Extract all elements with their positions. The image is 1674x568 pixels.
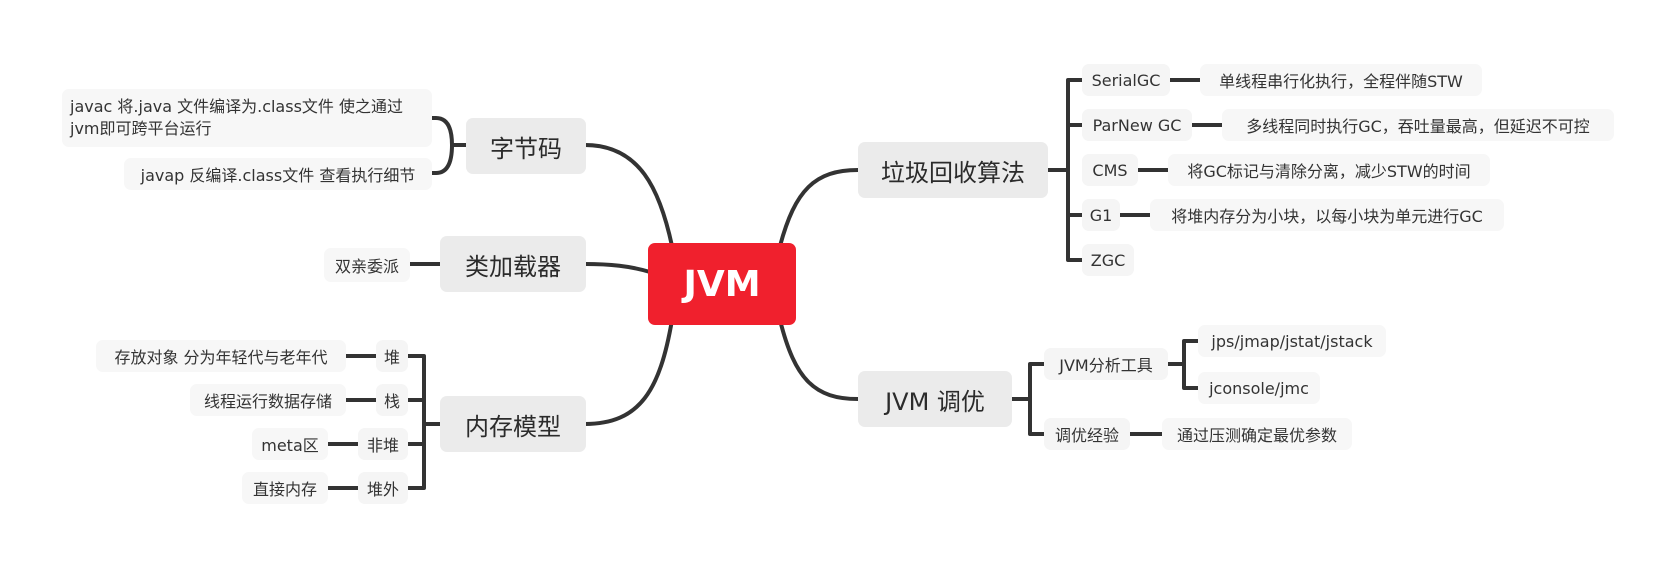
branch-jvm-tuning[interactable]: JVM 调优 — [858, 371, 1012, 427]
gc-zgc[interactable]: ZGC — [1082, 244, 1134, 276]
root-node-jvm[interactable]: JVM — [648, 243, 796, 325]
memory-heap-detail[interactable]: 存放对象 分为年轻代与老年代 — [96, 340, 346, 372]
memory-offheap[interactable]: 堆外 — [358, 472, 408, 504]
leaf-parent-delegation[interactable]: 双亲委派 — [324, 248, 410, 282]
connector-root-classloader — [583, 262, 652, 274]
branch-gc-algorithms[interactable]: 垃圾回收算法 — [858, 142, 1048, 198]
bracket-tuning — [1010, 362, 1046, 436]
leaf-javap[interactable]: javap 反编译.class文件 查看执行细节 — [124, 158, 432, 190]
bracket-memory — [406, 354, 442, 490]
memory-nonheap[interactable]: 非堆 — [358, 428, 408, 460]
branch-bytecode[interactable]: 字节码 — [466, 118, 586, 174]
gc-parnew[interactable]: ParNew GC — [1082, 109, 1192, 141]
leaf-javac[interactable]: javac 将.java 文件编译为.class文件 使之通过jvm即可跨平台运… — [62, 89, 432, 147]
branch-classloader[interactable]: 类加载器 — [440, 236, 586, 292]
memory-stack-detail[interactable]: 线程运行数据存储 — [190, 384, 346, 416]
tool-jps-jmap[interactable]: jps/jmap/jstat/jstack — [1198, 325, 1386, 357]
bracket-tools — [1166, 339, 1200, 390]
tuning-experience-detail[interactable]: 通过压测确定最优参数 — [1162, 418, 1352, 450]
gc-serial-detail[interactable]: 单线程串行化执行，全程伴随STW — [1200, 64, 1482, 96]
bracket-bytecode — [428, 116, 468, 175]
memory-stack[interactable]: 栈 — [376, 384, 408, 416]
connector-root-gc — [778, 168, 860, 248]
tuning-tools[interactable]: JVM分析工具 — [1044, 348, 1168, 380]
gc-serial[interactable]: SerialGC — [1082, 64, 1170, 96]
branch-memory-model[interactable]: 内存模型 — [440, 396, 586, 452]
gc-g1[interactable]: G1 — [1082, 199, 1120, 231]
tool-jconsole[interactable]: jconsole/jmc — [1198, 372, 1320, 404]
tuning-experience[interactable]: 调优经验 — [1044, 418, 1130, 450]
bracket-gc — [1046, 78, 1084, 262]
memory-heap[interactable]: 堆 — [376, 340, 408, 372]
gc-parnew-detail[interactable]: 多线程同时执行GC，吞吐量最高，但延迟不可控 — [1222, 109, 1614, 141]
memory-offheap-detail[interactable]: 直接内存 — [242, 472, 328, 504]
connector-root-bytecode — [583, 143, 674, 248]
connector-root-tuning — [778, 318, 860, 401]
gc-g1-detail[interactable]: 将堆内存分为小块，以每小块为单元进行GC — [1150, 199, 1504, 231]
gc-cms[interactable]: CMS — [1082, 154, 1138, 186]
gc-cms-detail[interactable]: 将GC标记与清除分离，减少STW的时间 — [1168, 154, 1490, 186]
connector-root-memory — [583, 318, 674, 426]
memory-nonheap-detail[interactable]: meta区 — [252, 428, 328, 460]
